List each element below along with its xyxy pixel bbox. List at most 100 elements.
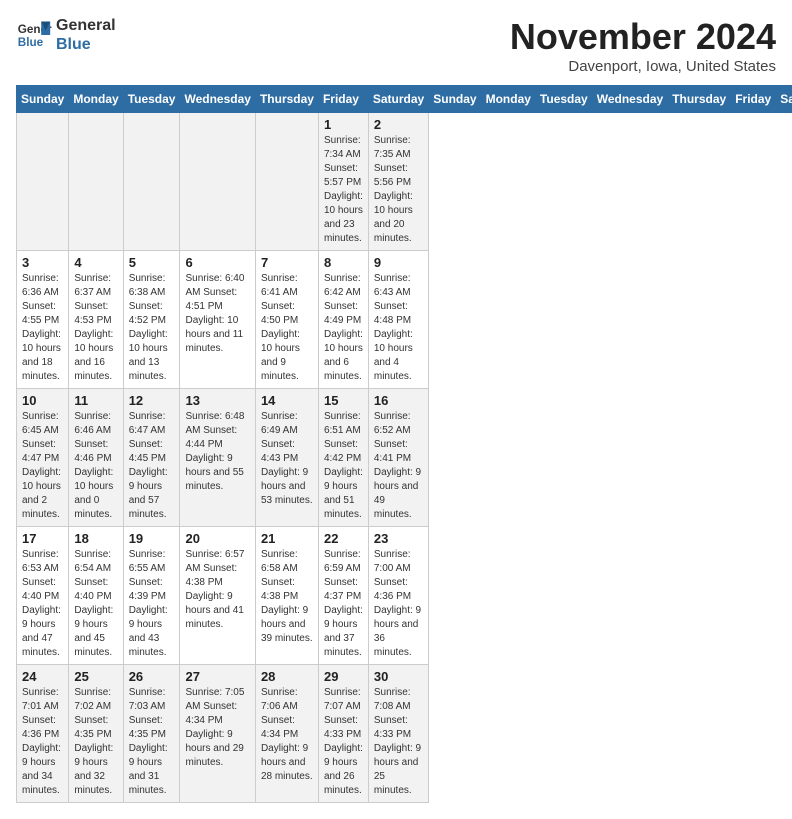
day-info: Sunrise: 6:42 AM Sunset: 4:49 PM Dayligh… bbox=[324, 272, 363, 384]
calendar-cell: 17 Sunrise: 6:53 AM Sunset: 4:40 PM Dayli… bbox=[17, 527, 69, 665]
page-header: General Blue General Blue November 2024 … bbox=[16, 16, 776, 75]
calendar-cell: 28Sunrise: 7:06 AM Sunset: 4:34 PM Dayli… bbox=[255, 665, 318, 803]
header-tuesday: Tuesday bbox=[123, 86, 180, 113]
day-info: Sunrise: 7:05 AM Sunset: 4:34 PM Dayligh… bbox=[185, 686, 249, 770]
calendar-cell: 26 Sunrise: 7:03 AM Sunset: 4:35 PM Dayli… bbox=[123, 665, 180, 803]
day-info: Sunrise: 7:00 AM Sunset: 4:36 PM Dayligh… bbox=[374, 548, 423, 660]
day-info: Sunrise: 6:55 AM Sunset: 4:39 PM Dayligh… bbox=[129, 548, 175, 660]
day-number: 22 bbox=[324, 531, 363, 546]
calendar-cell: 12 Sunrise: 6:47 AM Sunset: 4:45 PM Dayli… bbox=[123, 389, 180, 527]
day-number: 29 bbox=[324, 669, 363, 684]
calendar-cell: 23Sunrise: 7:00 AM Sunset: 4:36 PM Dayli… bbox=[368, 527, 428, 665]
col-header-friday: Friday bbox=[731, 86, 776, 113]
day-info: Sunrise: 7:03 AM Sunset: 4:35 PM Dayligh… bbox=[129, 686, 175, 798]
logo-blue: Blue bbox=[56, 35, 116, 54]
location-subtitle: Davenport, Iowa, United States bbox=[510, 58, 776, 75]
day-number: 8 bbox=[324, 255, 363, 270]
calendar-cell: 29 Sunrise: 7:07 AM Sunset: 4:33 PM Dayli… bbox=[318, 665, 368, 803]
header-saturday: Saturday bbox=[368, 86, 428, 113]
day-number: 30 bbox=[374, 669, 423, 684]
calendar-cell: 2Sunrise: 7:35 AM Sunset: 5:56 PM Daylig… bbox=[368, 113, 428, 251]
day-number: 11 bbox=[74, 393, 117, 408]
day-info: Sunrise: 6:48 AM Sunset: 4:44 PM Dayligh… bbox=[185, 410, 249, 494]
day-info: Sunrise: 6:43 AM Sunset: 4:48 PM Dayligh… bbox=[374, 272, 423, 384]
calendar-cell bbox=[69, 113, 123, 251]
calendar-cell bbox=[123, 113, 180, 251]
col-header-saturday: Saturday bbox=[776, 86, 792, 113]
day-number: 24 bbox=[22, 669, 63, 684]
calendar-cell: 22Sunrise: 6:59 AM Sunset: 4:37 PM Dayli… bbox=[318, 527, 368, 665]
calendar-cell: 21 Sunrise: 6:58 AM Sunset: 4:38 PM Dayli… bbox=[255, 527, 318, 665]
day-info: Sunrise: 7:01 AM Sunset: 4:36 PM Dayligh… bbox=[22, 686, 63, 798]
calendar-cell: 30Sunrise: 7:08 AM Sunset: 4:33 PM Dayli… bbox=[368, 665, 428, 803]
day-info: Sunrise: 6:53 AM Sunset: 4:40 PM Dayligh… bbox=[22, 548, 63, 660]
calendar-cell: 11 Sunrise: 6:46 AM Sunset: 4:46 PM Dayli… bbox=[69, 389, 123, 527]
col-header-sunday: Sunday bbox=[429, 86, 481, 113]
day-number: 21 bbox=[261, 531, 313, 546]
day-number: 14 bbox=[261, 393, 313, 408]
day-number: 17 bbox=[22, 531, 63, 546]
day-info: Sunrise: 7:34 AM Sunset: 5:57 PM Dayligh… bbox=[324, 134, 363, 246]
header-sunday: Sunday bbox=[17, 86, 69, 113]
calendar-cell: 1 Sunrise: 7:34 AM Sunset: 5:57 PM Daylig… bbox=[318, 113, 368, 251]
day-number: 20 bbox=[185, 531, 249, 546]
title-area: November 2024 Davenport, Iowa, United St… bbox=[510, 16, 776, 75]
calendar-cell: 3 Sunrise: 6:36 AM Sunset: 4:55 PM Daylig… bbox=[17, 251, 69, 389]
calendar-cell: 15Sunrise: 6:51 AM Sunset: 4:42 PM Dayli… bbox=[318, 389, 368, 527]
calendar-week-4: 17 Sunrise: 6:53 AM Sunset: 4:40 PM Dayli… bbox=[17, 527, 792, 665]
day-number: 4 bbox=[74, 255, 117, 270]
day-number: 12 bbox=[129, 393, 175, 408]
svg-text:Blue: Blue bbox=[18, 36, 44, 49]
day-number: 26 bbox=[129, 669, 175, 684]
day-info: Sunrise: 6:41 AM Sunset: 4:50 PM Dayligh… bbox=[261, 272, 313, 384]
logo: General Blue General Blue bbox=[16, 16, 116, 54]
calendar-cell: 25Sunrise: 7:02 AM Sunset: 4:35 PM Dayli… bbox=[69, 665, 123, 803]
calendar-table: SundayMondayTuesdayWednesdayThursdayFrid… bbox=[16, 85, 792, 803]
calendar-week-2: 3 Sunrise: 6:36 AM Sunset: 4:55 PM Daylig… bbox=[17, 251, 792, 389]
day-number: 13 bbox=[185, 393, 249, 408]
day-info: Sunrise: 6:49 AM Sunset: 4:43 PM Dayligh… bbox=[261, 410, 313, 508]
calendar-cell: 10Sunrise: 6:45 AM Sunset: 4:47 PM Dayli… bbox=[17, 389, 69, 527]
day-number: 7 bbox=[261, 255, 313, 270]
calendar-cell: 5 Sunrise: 6:38 AM Sunset: 4:52 PM Daylig… bbox=[123, 251, 180, 389]
day-info: Sunrise: 6:40 AM Sunset: 4:51 PM Dayligh… bbox=[185, 272, 249, 356]
calendar-week-1: 1 Sunrise: 7:34 AM Sunset: 5:57 PM Daylig… bbox=[17, 113, 792, 251]
day-number: 9 bbox=[374, 255, 423, 270]
col-header-monday: Monday bbox=[481, 86, 535, 113]
header-thursday: Thursday bbox=[255, 86, 318, 113]
calendar-cell: 27 Sunrise: 7:05 AM Sunset: 4:34 PM Dayli… bbox=[180, 665, 255, 803]
header-monday: Monday bbox=[69, 86, 123, 113]
day-info: Sunrise: 6:46 AM Sunset: 4:46 PM Dayligh… bbox=[74, 410, 117, 522]
day-number: 3 bbox=[22, 255, 63, 270]
calendar-cell: 8 Sunrise: 6:42 AM Sunset: 4:49 PM Daylig… bbox=[318, 251, 368, 389]
day-number: 10 bbox=[22, 393, 63, 408]
day-info: Sunrise: 7:02 AM Sunset: 4:35 PM Dayligh… bbox=[74, 686, 117, 798]
day-info: Sunrise: 6:38 AM Sunset: 4:52 PM Dayligh… bbox=[129, 272, 175, 384]
day-number: 5 bbox=[129, 255, 175, 270]
day-number: 19 bbox=[129, 531, 175, 546]
calendar-cell: 19 Sunrise: 6:55 AM Sunset: 4:39 PM Dayli… bbox=[123, 527, 180, 665]
calendar-cell: 24 Sunrise: 7:01 AM Sunset: 4:36 PM Dayli… bbox=[17, 665, 69, 803]
col-header-wednesday: Wednesday bbox=[592, 86, 667, 113]
day-info: Sunrise: 6:47 AM Sunset: 4:45 PM Dayligh… bbox=[129, 410, 175, 522]
calendar-cell: 9 Sunrise: 6:43 AM Sunset: 4:48 PM Daylig… bbox=[368, 251, 428, 389]
day-number: 2 bbox=[374, 117, 423, 132]
calendar-cell bbox=[180, 113, 255, 251]
day-info: Sunrise: 7:07 AM Sunset: 4:33 PM Dayligh… bbox=[324, 686, 363, 798]
day-info: Sunrise: 6:51 AM Sunset: 4:42 PM Dayligh… bbox=[324, 410, 363, 522]
logo-icon: General Blue bbox=[16, 17, 52, 53]
col-header-tuesday: Tuesday bbox=[535, 86, 592, 113]
day-number: 28 bbox=[261, 669, 313, 684]
calendar-cell: 4 Sunrise: 6:37 AM Sunset: 4:53 PM Daylig… bbox=[69, 251, 123, 389]
day-number: 1 bbox=[324, 117, 363, 132]
calendar-cell: 6 Sunrise: 6:40 AM Sunset: 4:51 PM Daylig… bbox=[180, 251, 255, 389]
day-info: Sunrise: 6:36 AM Sunset: 4:55 PM Dayligh… bbox=[22, 272, 63, 384]
col-header-thursday: Thursday bbox=[668, 86, 731, 113]
day-info: Sunrise: 6:37 AM Sunset: 4:53 PM Dayligh… bbox=[74, 272, 117, 384]
day-info: Sunrise: 6:57 AM Sunset: 4:38 PM Dayligh… bbox=[185, 548, 249, 632]
day-number: 27 bbox=[185, 669, 249, 684]
day-number: 6 bbox=[185, 255, 249, 270]
day-number: 16 bbox=[374, 393, 423, 408]
calendar-cell: 7 Sunrise: 6:41 AM Sunset: 4:50 PM Daylig… bbox=[255, 251, 318, 389]
day-info: Sunrise: 6:58 AM Sunset: 4:38 PM Dayligh… bbox=[261, 548, 313, 646]
